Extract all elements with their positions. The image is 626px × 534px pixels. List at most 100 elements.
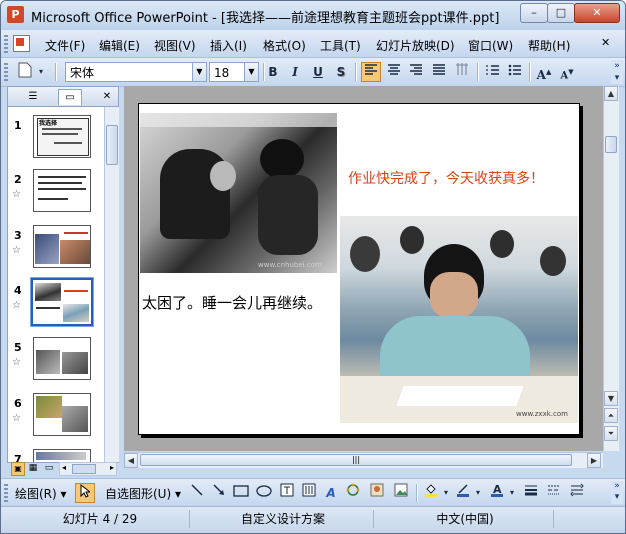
arrow-style-icon[interactable] bbox=[567, 483, 587, 503]
scroll-left-arrow-icon[interactable]: ◀ bbox=[124, 453, 138, 468]
thumb-1-title: 我选择 bbox=[39, 120, 58, 127]
line-tool-icon[interactable] bbox=[187, 483, 207, 503]
italic-button[interactable]: I bbox=[285, 62, 305, 82]
align-left-icon[interactable] bbox=[361, 62, 381, 82]
slide-thumbnail[interactable] bbox=[33, 169, 91, 212]
bold-button[interactable]: B bbox=[263, 62, 283, 82]
oval-tool-icon[interactable] bbox=[254, 483, 274, 503]
menu-slideshow[interactable]: 幻灯片放映(D) bbox=[376, 37, 455, 54]
insert-picture-icon[interactable] bbox=[391, 483, 411, 503]
pane-tabs: ☰ ▭ ✕ bbox=[8, 87, 118, 107]
pane-close-button[interactable]: ✕ bbox=[96, 89, 118, 104]
scroll-right-arrow-icon[interactable]: ▶ bbox=[587, 453, 601, 468]
menu-insert[interactable]: 插入(I) bbox=[210, 37, 247, 54]
decrease-font-size-button[interactable]: A▼ bbox=[557, 62, 577, 82]
font-name-dropdown-icon[interactable]: ▼ bbox=[192, 63, 206, 81]
slide-thumbnail-item[interactable]: 4 ☆ bbox=[8, 277, 104, 340]
line-style-icon[interactable] bbox=[521, 483, 541, 503]
menu-edit[interactable]: 编辑(E) bbox=[99, 37, 140, 54]
scroll-up-arrow-icon[interactable]: ▲ bbox=[604, 86, 618, 101]
menu-help[interactable]: 帮助(H) bbox=[528, 37, 570, 54]
menu-window[interactable]: 窗口(W) bbox=[468, 37, 513, 54]
clipart-icon[interactable] bbox=[367, 483, 387, 503]
slide-thumbnail-item[interactable]: 3 ☆ bbox=[8, 225, 104, 285]
status-bar: 幻灯片 4 / 29 自定义设计方案 中文(中国) bbox=[1, 506, 625, 533]
font-color-dropdown-icon[interactable]: ▾ bbox=[507, 483, 517, 503]
slide-vscrollbar[interactable]: ▲ ▼ ⏶ ⏷ bbox=[603, 86, 619, 451]
slide-sorter-view-icon[interactable]: ▦ bbox=[27, 462, 39, 474]
tab-outline[interactable]: ☰ bbox=[22, 89, 44, 104]
draw-menu[interactable]: 绘图(R) ▾ bbox=[15, 485, 67, 502]
menu-format[interactable]: 格式(O) bbox=[263, 37, 306, 54]
left-pane-hscrollbar[interactable]: ◂ ▸ bbox=[59, 462, 117, 476]
slide-thumbnail-item[interactable]: 7 bbox=[8, 449, 104, 462]
normal-view-icon[interactable]: ▣ bbox=[11, 462, 25, 476]
close-button[interactable]: ✕ bbox=[574, 3, 620, 23]
slide-thumbnail[interactable] bbox=[33, 337, 91, 380]
document-icon[interactable] bbox=[13, 35, 30, 52]
arrow-tool-icon[interactable] bbox=[209, 483, 229, 503]
close-document-button[interactable]: ✕ bbox=[601, 36, 610, 49]
slide-thumbnail[interactable]: 我选择 bbox=[33, 115, 91, 158]
shadow-button[interactable]: S bbox=[331, 62, 351, 82]
drawing-toolbar-options-chevron-icon[interactable]: » ▾ bbox=[611, 481, 623, 504]
drawing-toolbar-grip[interactable] bbox=[4, 484, 8, 502]
menu-file[interactable]: 文件(F) bbox=[45, 37, 85, 54]
status-design-template[interactable]: 自定义设计方案 bbox=[193, 510, 374, 528]
slide-hscroll-thumb[interactable]: ||| bbox=[140, 454, 572, 466]
increase-font-size-button[interactable]: A▲ bbox=[534, 62, 554, 82]
toolbar-grip[interactable] bbox=[4, 63, 8, 81]
align-right-icon[interactable] bbox=[406, 62, 426, 82]
slide-number: 7 bbox=[14, 453, 22, 462]
slide-thumbnail[interactable] bbox=[33, 225, 91, 268]
rectangle-tool-icon[interactable] bbox=[231, 483, 251, 503]
font-name-combo[interactable]: 宋体 ▼ bbox=[65, 62, 207, 82]
slideshow-view-icon[interactable]: ▭ bbox=[43, 462, 55, 474]
wordart-icon[interactable]: A bbox=[321, 483, 341, 503]
textbox-tool-icon[interactable] bbox=[277, 483, 297, 503]
line-color-icon[interactable] bbox=[453, 483, 473, 503]
toolbar-options-chevron-icon[interactable]: » ▾ bbox=[611, 60, 623, 84]
align-center-icon[interactable] bbox=[384, 62, 404, 82]
autoshapes-menu[interactable]: 自选图形(U) ▾ bbox=[105, 485, 181, 502]
slide-scroll-thumb[interactable] bbox=[605, 136, 617, 153]
powerpoint-app-icon[interactable]: P bbox=[7, 6, 24, 23]
slide-thumbnail-item[interactable]: 1 我选择 bbox=[8, 115, 104, 175]
slides-pane-scroll-thumb[interactable] bbox=[106, 125, 118, 165]
slide-thumbnail[interactable] bbox=[33, 393, 91, 436]
slides-pane-vscrollbar[interactable] bbox=[104, 107, 119, 462]
menu-view[interactable]: 视图(V) bbox=[154, 37, 196, 54]
next-slide-icon[interactable]: ⏷ bbox=[604, 426, 618, 441]
toolbar-separator bbox=[416, 484, 418, 502]
vertical-textbox-icon[interactable] bbox=[299, 483, 319, 503]
font-size-combo[interactable]: 18 ▼ bbox=[209, 62, 259, 82]
distribute-icon[interactable] bbox=[429, 62, 449, 82]
dash-style-icon[interactable] bbox=[544, 483, 564, 503]
menu-bar-grip[interactable] bbox=[4, 35, 8, 53]
bulleted-list-icon[interactable] bbox=[505, 62, 525, 82]
slide-thumbnail-item[interactable]: 6 ☆ bbox=[8, 393, 104, 453]
slide-thumbnail[interactable] bbox=[33, 449, 91, 462]
underline-button[interactable]: U bbox=[308, 62, 328, 82]
numbered-list-icon[interactable] bbox=[483, 62, 503, 82]
font-color-icon[interactable]: A bbox=[487, 483, 507, 503]
fill-color-icon[interactable] bbox=[421, 483, 441, 503]
new-dropdown-arrow[interactable]: ▾ bbox=[36, 62, 46, 82]
scroll-down-arrow-icon[interactable]: ▼ bbox=[604, 391, 618, 406]
slide-thumbnail-selected[interactable] bbox=[30, 277, 94, 327]
text-direction-icon[interactable] bbox=[452, 62, 472, 82]
maximize-button[interactable]: □ bbox=[547, 3, 575, 23]
diagram-icon[interactable] bbox=[343, 483, 363, 503]
slide-thumbnail-item[interactable]: 2 ☆ bbox=[8, 169, 104, 229]
select-objects-icon[interactable] bbox=[75, 483, 95, 503]
line-color-dropdown-icon[interactable]: ▾ bbox=[473, 483, 483, 503]
font-size-dropdown-icon[interactable]: ▼ bbox=[244, 63, 258, 81]
tab-slides[interactable]: ▭ bbox=[58, 89, 82, 105]
minimize-button[interactable]: – bbox=[520, 3, 548, 23]
menu-tools[interactable]: 工具(T) bbox=[320, 37, 361, 54]
slide-thumbnail-item[interactable]: 5 ☆ bbox=[8, 337, 104, 397]
new-document-icon[interactable] bbox=[15, 62, 35, 82]
slide-hscrollbar[interactable]: ◀ ||| ▶ bbox=[124, 452, 603, 468]
fill-color-dropdown-icon[interactable]: ▾ bbox=[441, 483, 451, 503]
previous-slide-icon[interactable]: ⏶ bbox=[604, 408, 618, 423]
